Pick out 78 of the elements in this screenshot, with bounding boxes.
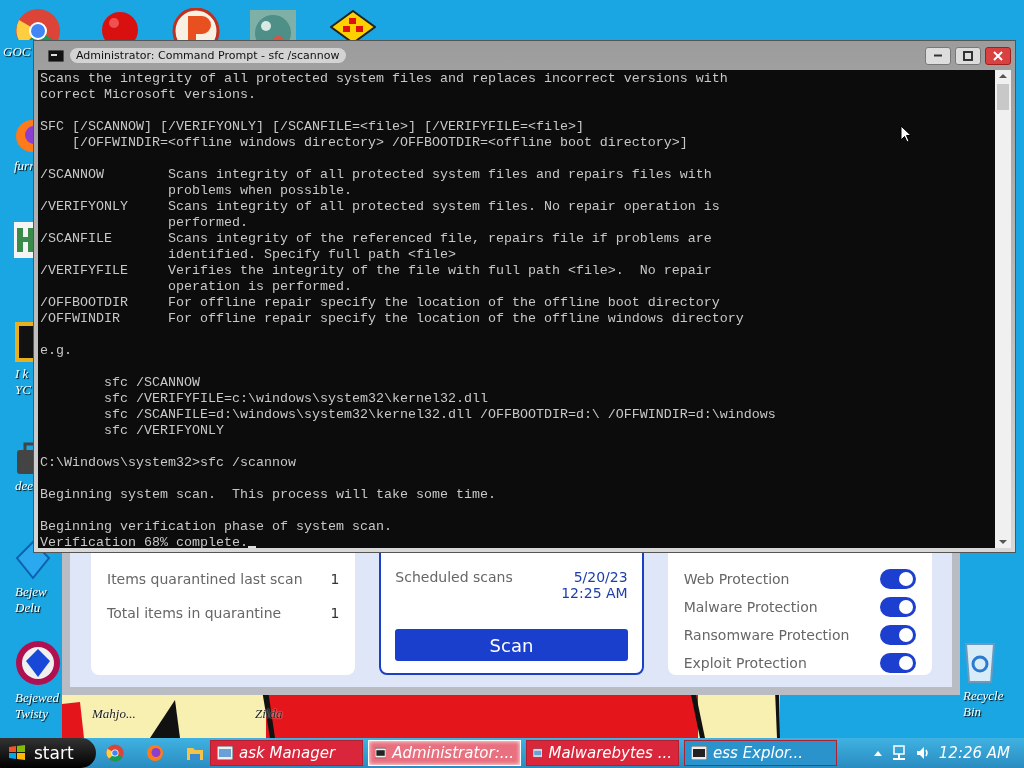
console-line: e.g. (40, 343, 72, 359)
console-line: C:\Windows\system32>sfc /scannow (40, 455, 296, 471)
console-line: problems when possible. (166, 183, 352, 199)
console-line: sfc /SCANNOW (103, 375, 200, 391)
app-icon (375, 746, 387, 760)
console-icon (48, 49, 64, 62)
icon-label[interactable]: dee (15, 478, 34, 494)
caret-icon[interactable] (872, 749, 883, 757)
console-line: /OFFBOOTDIR For offline repair specify the location of the offline boot directory (40, 295, 720, 311)
scroll-thumb[interactable] (997, 84, 1009, 110)
icon-label[interactable]: Bejewed Twisty (15, 690, 60, 722)
icon-label[interactable]: Recycle Bin (963, 688, 1024, 720)
toggle-switch[interactable] (880, 597, 916, 617)
toggle-switch[interactable] (880, 569, 916, 589)
taskbar-button[interactable]: Administrator:... (368, 740, 521, 766)
console-line: identified. Specify full path <file> (166, 247, 456, 263)
icon-label[interactable]: GOC (3, 44, 31, 60)
protection-label: Exploit Protection (683, 655, 807, 671)
console-line: /SCANFILE Scans integrity of the referenced file, repairs file if problems are (40, 231, 712, 247)
scrollbar[interactable] (995, 70, 1011, 548)
gem-icon[interactable] (15, 640, 61, 686)
window-title: Administrator: Command Prompt - sfc /scannow (70, 48, 346, 63)
console-line: operation is performed. (166, 279, 352, 295)
protection-label: Web Protection (683, 571, 790, 587)
schedule-time: 12:25 AM (561, 585, 628, 601)
taskbar-button[interactable]: ess Explor... (684, 740, 837, 766)
console-line: sfc /VERIFYFILE=c:\windows\system32\kernel32.dll (103, 391, 488, 407)
network-icon[interactable] (890, 745, 907, 761)
console-line: /VERIFYONLY Scans integrity of all protected system files. No repair operation is (40, 199, 720, 215)
console-line: sfc /VERIFYONLY (103, 423, 224, 439)
icon-label[interactable]: I k YC (15, 366, 31, 398)
console-line: [/OFFWINDIR=<offline windows directory> /OFFBOOTDIR=<offline boot directory>] (71, 135, 688, 151)
toggle-switch[interactable] (880, 625, 916, 645)
protection-label: Malware Protection (683, 599, 818, 615)
flag-icon (8, 744, 26, 762)
app-icon (691, 746, 707, 760)
console-line: /SCANNOW Scans integrity of all protected system files and repairs files with (40, 167, 712, 183)
clock[interactable]: 12:26 AM (938, 744, 1010, 762)
console-line: /OFFWINDIR For offline repair specify the location of the offline windows directory (40, 311, 744, 327)
browser-icon[interactable] (146, 744, 164, 762)
stat-value: 1 (330, 571, 340, 587)
start-button[interactable]: start (0, 738, 96, 768)
scan-button[interactable]: Scan (395, 629, 628, 661)
close-icon (993, 50, 1003, 61)
text-cursor-icon (247, 546, 256, 548)
speaker-icon[interactable] (914, 745, 931, 761)
console-line: sfc /SCANFILE=d:\windows\system32\kernel32.dll /OFFBOOTDIR=d:\ /OFFWINDIR=d:\windows (103, 407, 776, 423)
protection-label: Ransomware Protection (683, 627, 850, 643)
schedule-date: 5/20/23 (573, 569, 628, 585)
icon-label[interactable]: Mahjo... (92, 706, 136, 722)
console-line: Beginning verification phase of system scan. (40, 519, 392, 535)
console-line: Beginning system scan. This process will take some time. (40, 487, 496, 503)
app-icon[interactable] (15, 322, 33, 362)
console-line: /VERIFYFILE Verifies the integrity of the file with full path <file>. No repair (40, 263, 712, 279)
browser-icon[interactable] (106, 744, 124, 762)
folder-icon[interactable] (186, 745, 204, 761)
console-line: Scans the integrity of all protected system files and replaces incorrect versions with (40, 71, 728, 87)
console-line: performed. (166, 215, 248, 231)
stat-label: Total items in quarantine (107, 605, 282, 621)
console-line: Verification 68% complete. (40, 535, 248, 548)
maximize-button[interactable] (955, 46, 981, 65)
schedule-label: Scheduled scans (395, 569, 513, 585)
stat-label: Items quarantined last scan (107, 571, 303, 587)
minimize-icon (933, 54, 943, 57)
taskbar-button[interactable]: ask Manager (210, 740, 363, 766)
stat-value: 1 (330, 605, 340, 621)
taskbar-button[interactable]: Malwarebytes ... (526, 740, 679, 766)
icon-label[interactable]: Bejew Delu (15, 584, 47, 616)
close-button[interactable] (985, 46, 1011, 65)
toggle-switch[interactable] (880, 653, 916, 673)
app-icon (217, 746, 233, 760)
icon-label[interactable]: furr (14, 158, 35, 174)
maximize-icon (963, 50, 973, 61)
console-line: SFC [/SCANNOW] [/VERIFYONLY] [/SCANFILE=<file>] [/VERIFYFILE=<file>] (40, 119, 584, 135)
console-line: correct Microsoft versions. (40, 87, 256, 103)
cursor-icon (900, 125, 912, 143)
bag-icon[interactable] (15, 440, 33, 474)
app-icon (533, 746, 543, 760)
